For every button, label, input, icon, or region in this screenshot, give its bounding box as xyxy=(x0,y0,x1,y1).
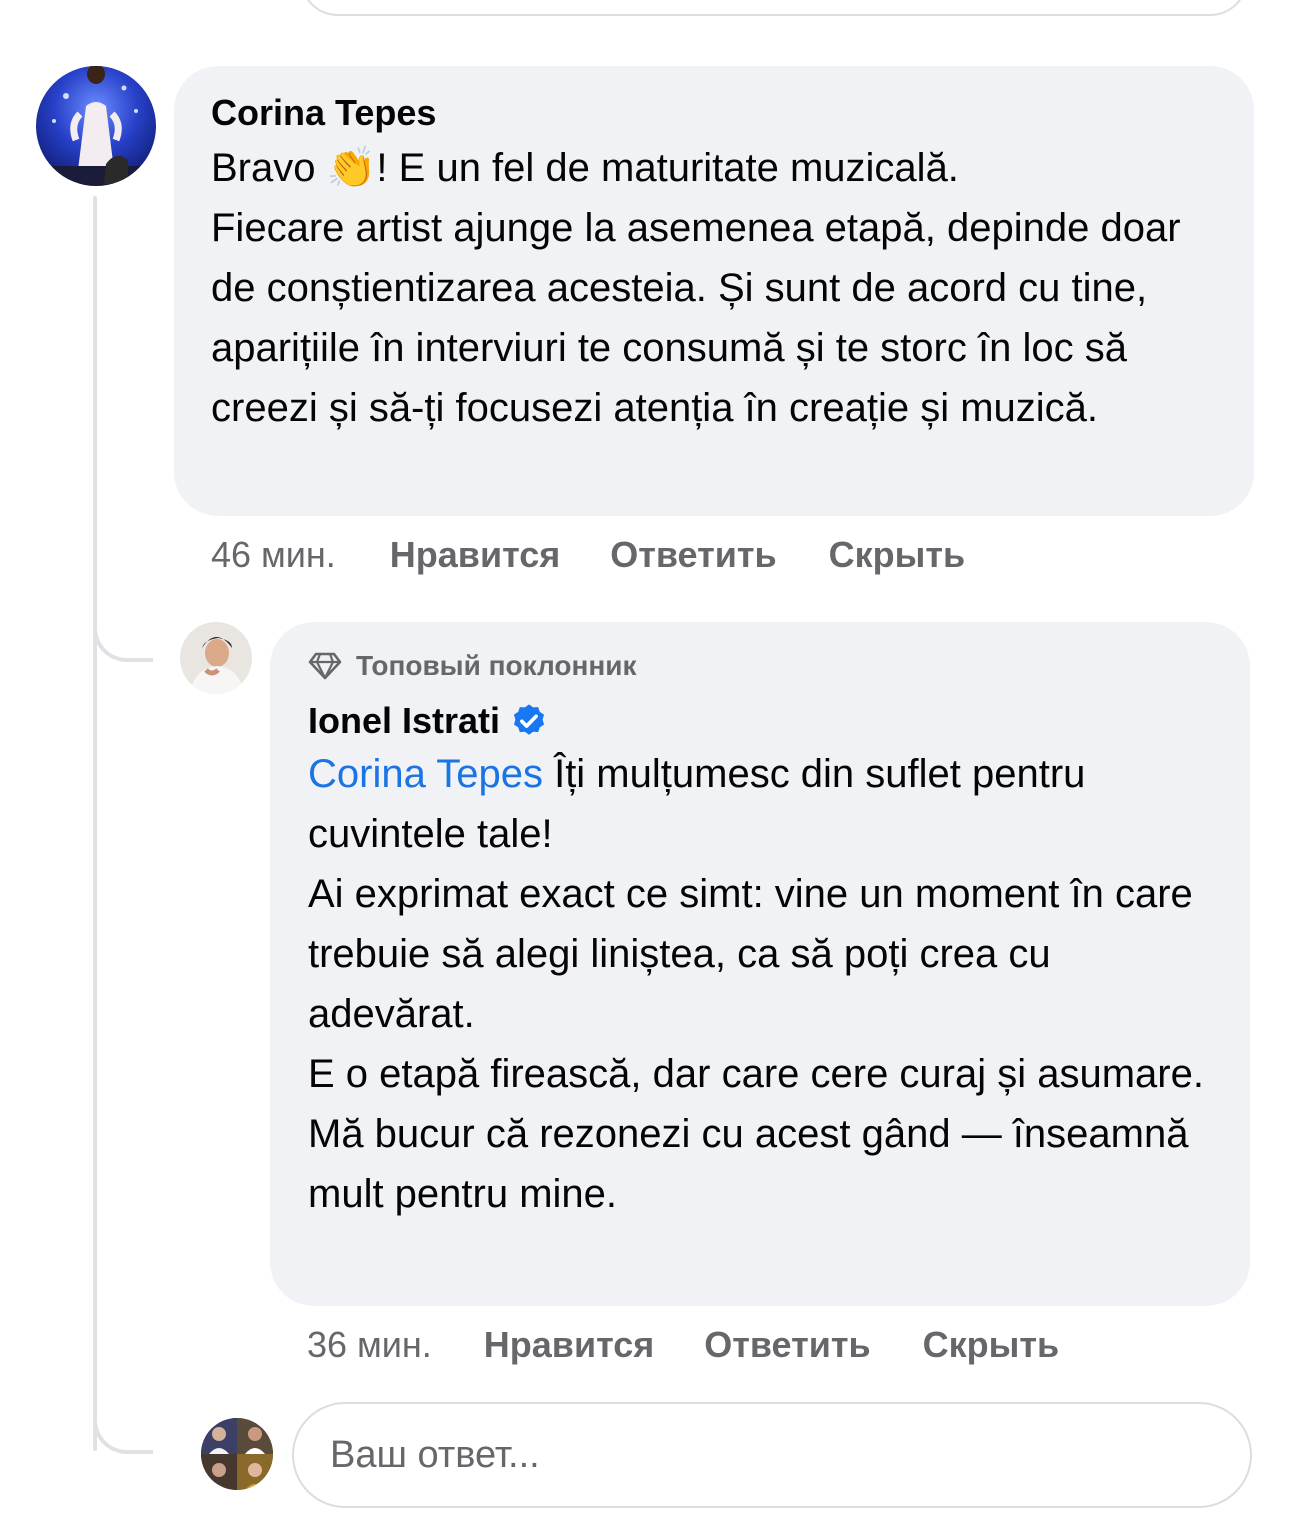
reply-author-row: Ionel Istrati xyxy=(308,700,1214,742)
previous-reply-input[interactable] xyxy=(300,0,1248,16)
mention-link[interactable]: Corina Tepes xyxy=(308,752,543,796)
reply-input-placeholder: Ваш ответ... xyxy=(330,1433,540,1476)
comment-author[interactable]: Corina Tepes xyxy=(211,92,1218,134)
avatar-ionel-istrati[interactable] xyxy=(180,622,252,694)
reply-actions: 36 мин. Нравится Ответить Скрыть xyxy=(307,1320,1059,1370)
reply-reply-button[interactable]: Ответить xyxy=(704,1324,870,1366)
comment-actions: 46 мин. Нравится Ответить Скрыть xyxy=(211,530,965,580)
reply-text-body: Îți mulțumesc din suflet pentru cuvintel… xyxy=(308,752,1204,1216)
thread-connector-input xyxy=(93,1414,153,1454)
comment-bubble: Corina Tepes Bravo 👏! E un fel de maturi… xyxy=(174,66,1254,516)
avatar-corina-tepes[interactable] xyxy=(36,66,156,186)
thread-connector-reply xyxy=(93,622,153,662)
reply-author[interactable]: Ionel Istrati xyxy=(308,700,500,742)
clapping-hands-emoji: 👏 xyxy=(326,146,377,190)
verified-badge-icon xyxy=(514,704,545,735)
comment-timestamp[interactable]: 46 мин. xyxy=(211,534,336,576)
like-button[interactable]: Нравится xyxy=(390,534,560,576)
top-fan-label: Топовый поклонник xyxy=(356,650,637,681)
comment-text: Bravo 👏! E un fel de maturitate muzicală… xyxy=(211,138,1218,438)
thread-line xyxy=(93,196,97,1451)
diamond-icon xyxy=(308,652,342,680)
reply-bubble: Топовый поклонник Ionel Istrati Corina T… xyxy=(270,622,1250,1306)
reply-hide-button[interactable]: Скрыть xyxy=(923,1324,1060,1366)
top-fan-badge: Топовый поклонник xyxy=(308,646,1214,686)
current-user-avatar[interactable] xyxy=(201,1418,273,1490)
reply-like-button[interactable]: Нравится xyxy=(484,1324,654,1366)
hide-button[interactable]: Скрыть xyxy=(829,534,966,576)
comment-text-start: Bravo xyxy=(211,146,327,190)
reply-input[interactable]: Ваш ответ... xyxy=(292,1402,1252,1508)
reply-timestamp[interactable]: 36 мин. xyxy=(307,1324,432,1366)
reply-text: Corina Tepes Îți mulțumesc din suflet pe… xyxy=(308,744,1214,1224)
reply-button[interactable]: Ответить xyxy=(610,534,776,576)
